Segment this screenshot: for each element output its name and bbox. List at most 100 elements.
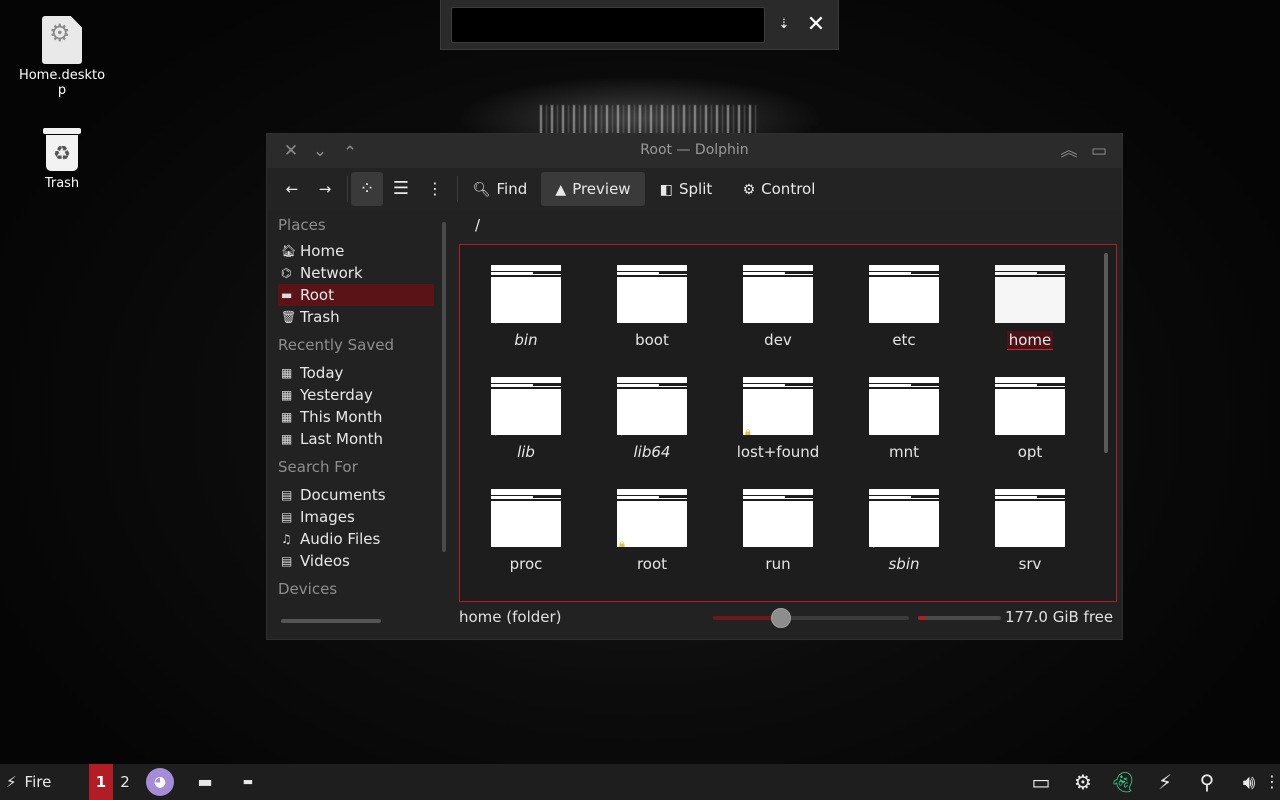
- symlink-icon: ❜: [872, 541, 877, 555]
- titlebar: ✕ ⌄ ⌃ Root — Dolphin ︽ ▭: [267, 134, 1122, 168]
- place-network[interactable]: ⌬ Network: [278, 262, 434, 284]
- trash-icon: 🗑︎: [281, 310, 297, 324]
- zoom-slider-handle[interactable]: [771, 608, 791, 628]
- file-item-label: lost+found: [736, 443, 820, 461]
- place-trash[interactable]: 🗑︎ Trash: [278, 306, 434, 328]
- places-horizontal-scrollbar[interactable]: [281, 619, 381, 623]
- image-icon: ▲: [555, 182, 567, 198]
- home-folder-icon: 🏠︎: [281, 244, 297, 258]
- zoom-slider[interactable]: [713, 608, 909, 628]
- lock-icon: 🔒︎: [619, 537, 625, 550]
- wallpaper-highlight: [540, 105, 760, 135]
- used-space-fill: [918, 616, 926, 620]
- preview-button[interactable]: ▲ Preview: [541, 172, 645, 206]
- fire-icon: ⚡︎: [6, 773, 17, 791]
- file-item-lib64[interactable]: ❜ lib64: [592, 377, 712, 461]
- file-item-root[interactable]: 🔒︎ root: [592, 489, 712, 573]
- folder-icon: ❜: [617, 377, 687, 443]
- place-last-month[interactable]: ▦ Last Month: [278, 428, 434, 450]
- file-item-label: run: [765, 555, 791, 573]
- folder-icon: [743, 489, 813, 547]
- desktop-file-icon: [42, 16, 82, 64]
- file-item-lost-found[interactable]: 🔒︎ lost+found: [718, 377, 838, 461]
- place-this-month[interactable]: ▦ This Month: [278, 406, 434, 428]
- ghost-icon[interactable]: 👻︎: [1108, 768, 1138, 796]
- file-item-label: bin: [514, 331, 538, 349]
- history-dropdown-icon[interactable]: ⇣: [771, 12, 797, 38]
- file-item-mnt[interactable]: mnt: [844, 377, 964, 461]
- breadcrumb[interactable]: /: [475, 216, 480, 234]
- start-menu-button[interactable]: ⚡︎ Fire: [6, 764, 76, 800]
- symlink-icon: ❜: [494, 317, 499, 331]
- window-title: Root — Dolphin: [640, 142, 749, 158]
- toolbar-separator: [347, 176, 348, 202]
- free-space-bar: [918, 616, 1001, 620]
- file-item-etc[interactable]: etc: [844, 265, 964, 349]
- keep-above-icon[interactable]: ︽: [1058, 140, 1080, 162]
- place-audio-files[interactable]: ♫ Audio Files: [278, 528, 434, 550]
- place-today[interactable]: ▦ Today: [278, 362, 434, 384]
- devices-section-title: Devices: [278, 580, 338, 598]
- file-manager-task-icon[interactable]: ▬: [192, 764, 218, 800]
- file-item-proc[interactable]: proc: [466, 489, 586, 573]
- more-icon[interactable]: ⋮: [1264, 768, 1280, 796]
- compact-view-button[interactable]: ☰: [387, 172, 415, 206]
- place-home[interactable]: 🏠︎ Home: [278, 240, 434, 262]
- app-menu-icon[interactable]: ▭: [1088, 140, 1110, 162]
- usb-icon[interactable]: ⚲: [1192, 768, 1222, 796]
- symlink-icon: ❜: [620, 429, 625, 443]
- file-item-home[interactable]: home: [970, 265, 1090, 350]
- place-root[interactable]: ▬ Root: [278, 284, 434, 306]
- place-yesterday[interactable]: ▦ Yesterday: [278, 384, 434, 406]
- settings-disc-icon[interactable]: ⚙: [1068, 768, 1098, 796]
- split-button[interactable]: ◧ Split: [653, 172, 719, 206]
- search-for-title: Search For: [278, 458, 358, 476]
- volume-icon[interactable]: 🔊︎: [1234, 768, 1264, 796]
- forward-button[interactable]: →: [312, 172, 338, 206]
- folder-icon: 🔒︎: [617, 489, 687, 550]
- documents-folder-icon: ▤: [281, 488, 293, 502]
- file-item-sbin[interactable]: ❜ sbin: [844, 489, 964, 573]
- file-item-run[interactable]: run: [718, 489, 838, 573]
- folder-icon: [491, 489, 561, 547]
- folder-icon: ❜: [491, 265, 561, 331]
- close-icon[interactable]: ✕: [803, 12, 829, 38]
- trash-icon: ♻: [43, 128, 81, 172]
- control-button[interactable]: ⚙ Control: [735, 172, 823, 206]
- file-item-label: sbin: [888, 555, 920, 573]
- status-text: home (folder): [459, 608, 562, 626]
- desktop-icon-home[interactable]: Home.desktop: [16, 16, 108, 98]
- search-icon: 🔍︎: [472, 182, 491, 198]
- power-icon[interactable]: ⚡︎: [1150, 768, 1180, 796]
- file-item-opt[interactable]: opt: [970, 377, 1090, 461]
- folder-icon: [869, 377, 939, 435]
- file-item-boot[interactable]: boot: [592, 265, 712, 349]
- file-item-label: opt: [1017, 443, 1043, 461]
- find-button[interactable]: 🔍︎ Find: [467, 172, 533, 206]
- details-view-button[interactable]: ⋮: [421, 172, 449, 206]
- file-item-label: lib: [517, 443, 535, 461]
- desktop-1-button[interactable]: 1: [89, 764, 113, 800]
- folder-icon: 🔒︎: [743, 377, 813, 438]
- place-images[interactable]: ▤ Images: [278, 506, 434, 528]
- place-videos[interactable]: ▤ Videos: [278, 550, 434, 572]
- file-item-label: proc: [509, 555, 543, 573]
- desktop-2-button[interactable]: 2: [114, 764, 136, 800]
- desktop-icon-label: Trash: [44, 176, 80, 191]
- folder-icon: [995, 489, 1065, 547]
- icons-view-button[interactable]: ⁘: [351, 172, 383, 206]
- places-scrollbar[interactable]: [442, 222, 446, 552]
- screen-icon[interactable]: ▭: [1026, 768, 1056, 796]
- file-item-dev[interactable]: dev: [718, 265, 838, 349]
- file-item-srv[interactable]: srv: [970, 489, 1090, 573]
- search-input[interactable]: [451, 7, 765, 43]
- back-button[interactable]: ←: [279, 172, 305, 206]
- file-item-lib[interactable]: ❜ lib: [466, 377, 586, 461]
- file-item-label: etc: [892, 331, 916, 349]
- window-task-icon[interactable]: ▬: [238, 764, 258, 800]
- app-launcher-icon[interactable]: ◕: [146, 768, 174, 796]
- desktop-icon-trash[interactable]: ♻ Trash: [16, 128, 108, 191]
- file-item-bin[interactable]: ❜ bin: [466, 265, 586, 349]
- place-documents[interactable]: ▤ Documents: [278, 484, 434, 506]
- file-view-scrollbar[interactable]: [1104, 253, 1108, 453]
